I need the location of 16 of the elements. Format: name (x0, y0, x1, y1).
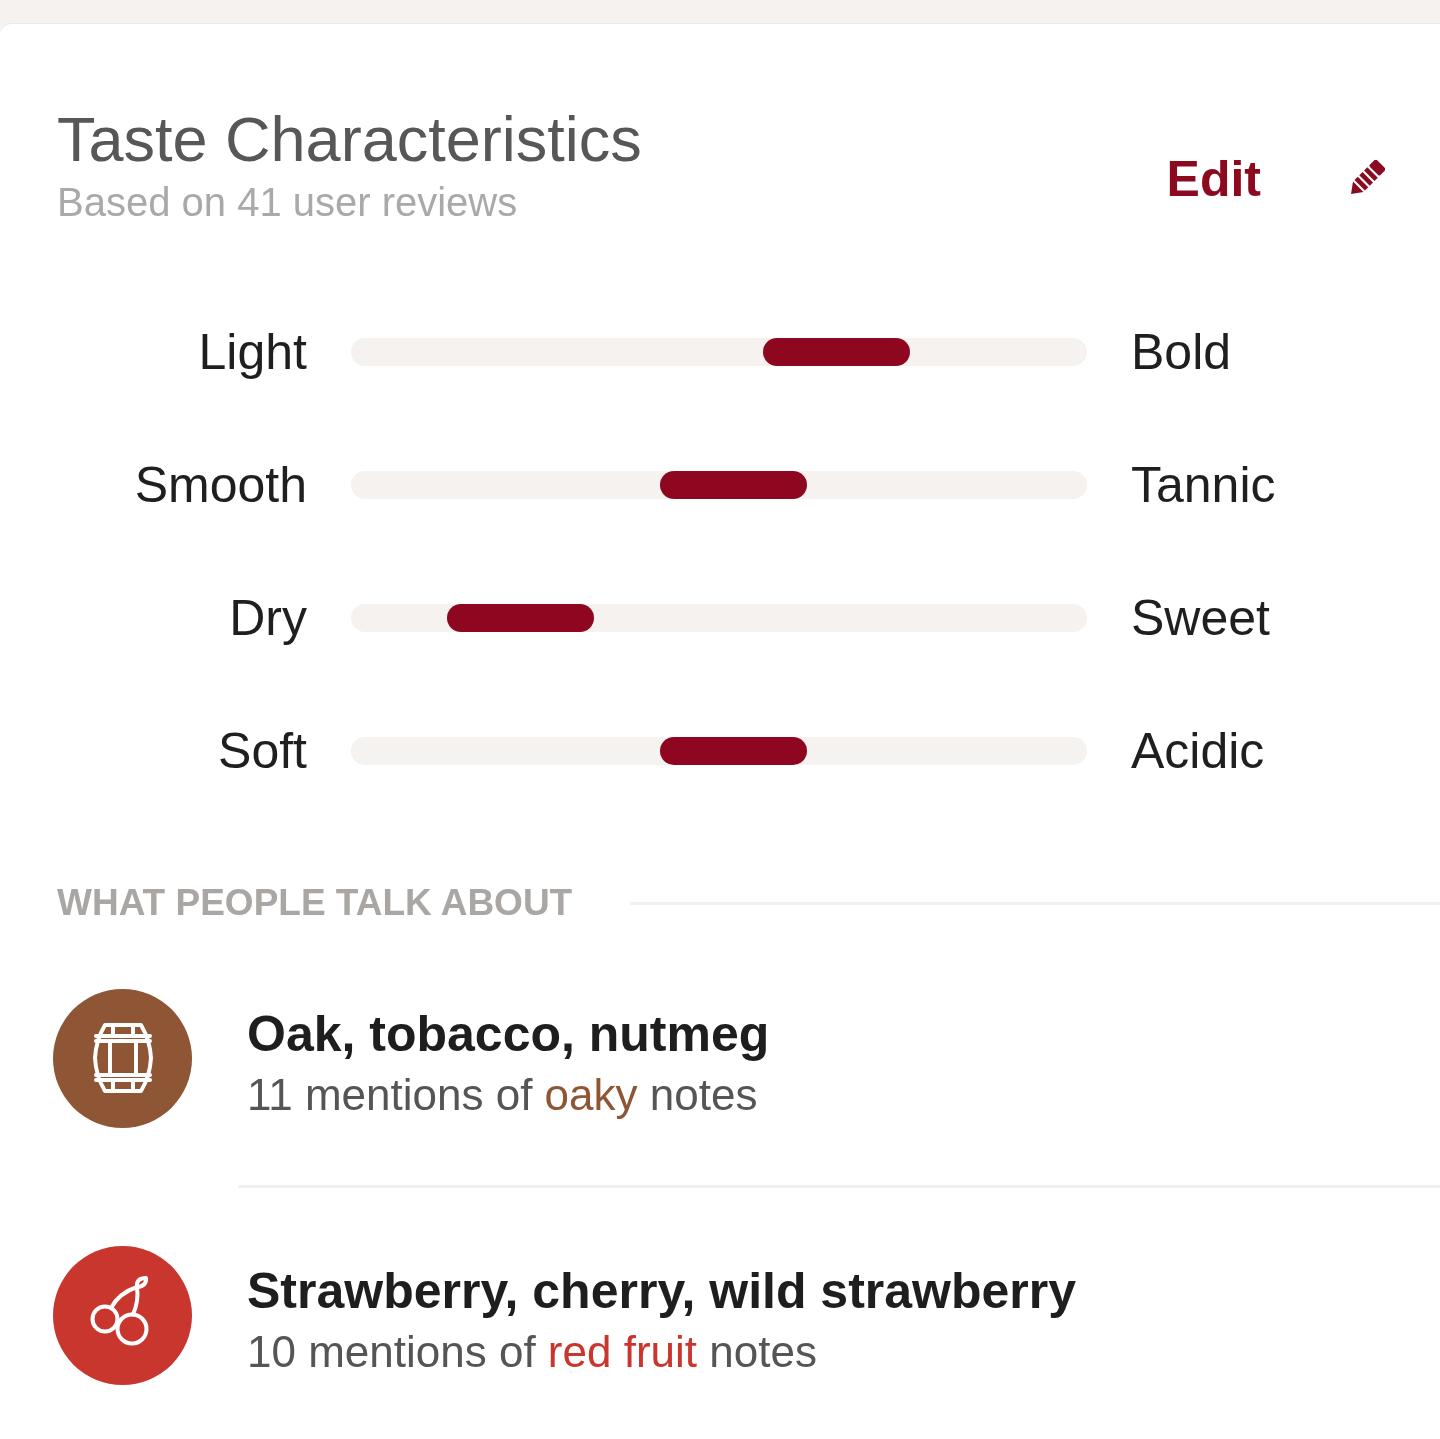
scale-start-label: Smooth (133, 455, 307, 514)
section-heading: WHAT PEOPLE TALK ABOUT (57, 881, 573, 925)
scale-start-label: Soft (217, 721, 307, 780)
edit-button[interactable]: Edit (1166, 151, 1385, 207)
note-title: Strawberry, cherry, wild strawberry (247, 1262, 1077, 1320)
scale-start-label: Dry (228, 588, 307, 647)
review-count: Based on 41 user reviews (57, 179, 519, 225)
scale-end-label: Bold (1131, 322, 1232, 381)
mention-count: 10 mentions of red fruit notes (247, 1326, 818, 1378)
scale-end-label: Tannic (1131, 455, 1276, 514)
section-title: Taste Characteristics (57, 103, 642, 175)
mention-count: 11 mentions of oaky notes (247, 1069, 759, 1121)
scale-end-label: Sweet (1131, 588, 1270, 647)
note-title: Oak, tobacco, nutmeg (247, 1005, 770, 1063)
scale-end-label: Acidic (1131, 721, 1265, 780)
scale-start-label: Light (197, 322, 307, 381)
